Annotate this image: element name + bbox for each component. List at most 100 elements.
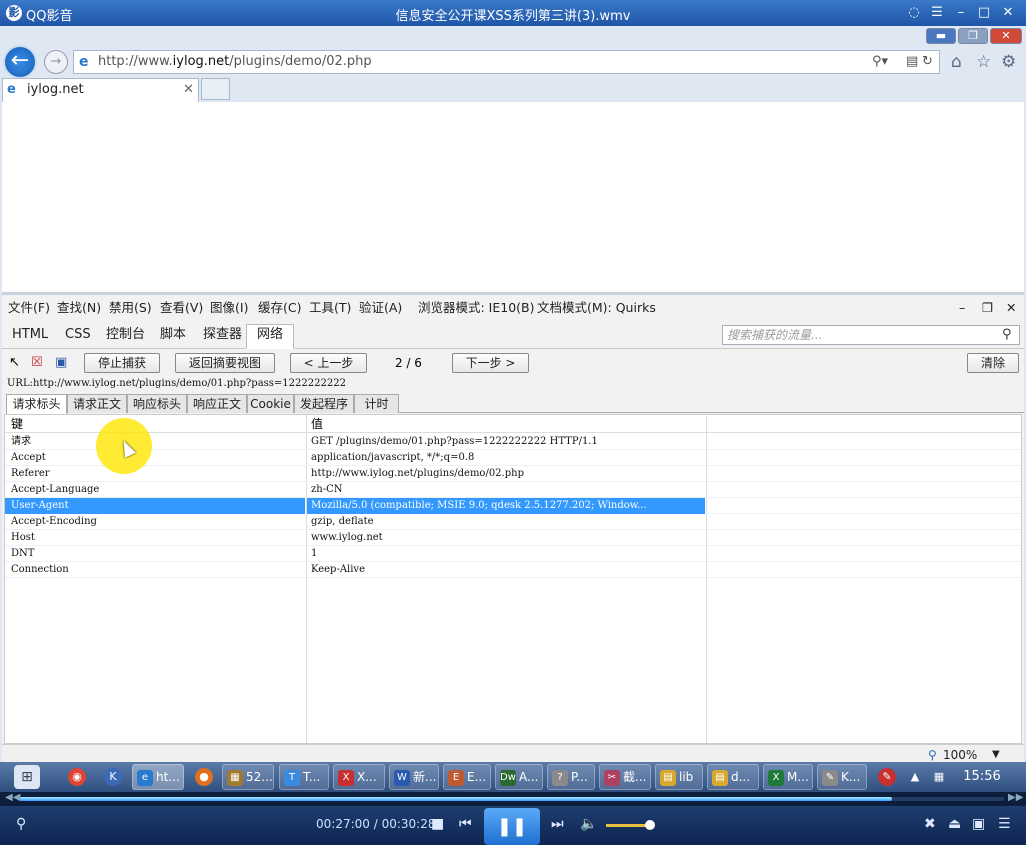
stop-capture-button[interactable]: 停止捕获	[84, 353, 160, 373]
table-row[interactable]: Referer http://www.iylog.net/plugins/demo…	[5, 466, 1021, 482]
taskbar-item-d[interactable]: ▤ d...	[707, 764, 759, 790]
previous-track-button[interactable]: ⏮	[459, 816, 472, 832]
chrome-icon[interactable]: ◉	[68, 768, 86, 786]
tab-css[interactable]: CSS	[65, 325, 91, 345]
select-element-icon[interactable]: ↖	[9, 355, 20, 370]
menu-disable[interactable]: 禁用(S)	[109, 295, 152, 321]
table-row-selected[interactable]: User-Agent Mozilla/5.0 (compatible; MSIE …	[5, 498, 1021, 514]
seek-back-icon[interactable]: ◀◀	[5, 792, 20, 803]
gear-icon[interactable]: ⚙	[1001, 52, 1016, 72]
clear-cache-icon[interactable]: ☒	[31, 355, 43, 370]
volume-knob[interactable]	[645, 820, 655, 830]
menu-view[interactable]: 查看(V)	[160, 295, 203, 321]
seek-bar[interactable]: ◀◀ ▶▶	[0, 792, 1026, 806]
firefox-icon[interactable]: ●	[195, 768, 213, 786]
seek-forward-icon[interactable]: ▶▶	[1008, 792, 1023, 803]
minimize-button[interactable]: –	[952, 4, 970, 22]
new-tab-button[interactable]	[201, 78, 230, 100]
eject-icon[interactable]: ⏏	[948, 816, 961, 832]
back-to-summary-button[interactable]: 返回摘要视图	[175, 353, 275, 373]
ie-restore-button[interactable]: ❐	[958, 28, 988, 44]
taskbar-item-k[interactable]: ✎ K...	[817, 764, 867, 790]
next-track-button[interactable]: ⏭	[551, 816, 564, 832]
volume-slider[interactable]	[606, 824, 650, 827]
taskbar-item-p[interactable]: ? P...	[547, 764, 595, 790]
tab-html[interactable]: HTML	[12, 325, 48, 345]
taskbar-item-x[interactable]: X X...	[333, 764, 385, 790]
browser-tab[interactable]: e iylog.net ✕	[2, 78, 199, 102]
menu-cache[interactable]: 缓存(C)	[258, 295, 301, 321]
close-button[interactable]: ✕	[999, 4, 1017, 22]
pause-button[interactable]: ❚❚	[484, 808, 540, 845]
subtab-request-headers[interactable]: 请求标头	[6, 394, 67, 414]
taskbar-item-dreamweaver[interactable]: Dw A...	[495, 764, 543, 790]
tab-script[interactable]: 脚本	[160, 325, 186, 345]
clear-button[interactable]: 清除	[967, 353, 1019, 373]
tab-network[interactable]: 网络	[246, 324, 295, 349]
compat-icon[interactable]: ▤	[906, 51, 918, 73]
back-button[interactable]: ←	[3, 45, 37, 79]
taskbar-item-e[interactable]: E E...	[443, 764, 491, 790]
menu-browser-mode[interactable]: 浏览器模式: IE10(B)	[418, 295, 535, 321]
screen-icon[interactable]: ▣	[972, 816, 985, 832]
traffic-search-input[interactable]: 搜索捕获的流量...	[722, 325, 1020, 345]
table-row[interactable]: Accept-Language zh-CN	[5, 482, 1021, 498]
tab-profiler[interactable]: 探查器	[203, 325, 242, 345]
notepad-icon[interactable]: ✎	[878, 768, 896, 786]
taskbar-item-ie[interactable]: e ht...	[132, 764, 184, 790]
subtab-cookie[interactable]: Cookie	[247, 394, 294, 413]
menu-tools[interactable]: 工具(T)	[309, 295, 351, 321]
taskbar-item-excel[interactable]: X M...	[763, 764, 813, 790]
subtab-response-headers[interactable]: 响应标头	[127, 394, 187, 413]
taskbar-item-lib[interactable]: ▤ lib	[655, 764, 703, 790]
menu-file[interactable]: 文件(F)	[8, 295, 50, 321]
table-row[interactable]: DNT 1	[5, 546, 1021, 562]
film-tray-icon[interactable]: ▦	[930, 768, 948, 786]
tab-close-icon[interactable]: ✕	[183, 79, 194, 101]
devtools-close-icon[interactable]: ✕	[1006, 295, 1016, 321]
column-value[interactable]: 值	[311, 415, 323, 433]
search-icon[interactable]: ⚲▾	[872, 51, 888, 73]
subtab-timing[interactable]: 计时	[354, 394, 399, 413]
list-icon[interactable]: ☰	[998, 816, 1011, 832]
subtab-request-body[interactable]: 请求正文	[67, 394, 127, 413]
menu-find[interactable]: 查找(N)	[57, 295, 101, 321]
chat-icon[interactable]: ◌	[905, 4, 923, 22]
menu-images[interactable]: 图像(I)	[210, 295, 248, 321]
volume-icon[interactable]: 🔈	[580, 816, 597, 832]
taskbar-item-screenshot[interactable]: ✂ 截...	[599, 764, 651, 790]
column-key[interactable]: 键	[11, 415, 23, 433]
taskbar-item-word[interactable]: W 新...	[389, 764, 439, 790]
favorites-icon[interactable]: ☆	[976, 52, 991, 72]
taskbar-item-52[interactable]: ▦ 52...	[222, 764, 274, 790]
menu-validate[interactable]: 验证(A)	[359, 295, 402, 321]
previous-button[interactable]: < 上一步	[290, 353, 367, 373]
next-button[interactable]: 下一步 >	[452, 353, 529, 373]
save-icon[interactable]: ▣	[55, 355, 67, 370]
search-icon[interactable]: ⚲	[1002, 325, 1012, 345]
tab-console[interactable]: 控制台	[106, 325, 145, 345]
table-row[interactable]: 请求 GET /plugins/demo/01.php?pass=12222222…	[5, 434, 1021, 450]
ie-minimize-button[interactable]: ▬	[926, 28, 956, 44]
address-bar[interactable]: e http://www.iylog.net/plugins/demo/02.p…	[73, 50, 940, 74]
table-row[interactable]: Accept-Encoding gzip, deflate	[5, 514, 1021, 530]
refresh-icon[interactable]: ↻	[922, 51, 933, 73]
menu-icon[interactable]: ☰	[928, 4, 946, 22]
ie-close-button[interactable]: ✕	[990, 28, 1022, 44]
stop-button[interactable]: ■	[431, 816, 444, 832]
subtab-initiator[interactable]: 发起程序	[294, 394, 354, 413]
taskbar-item-t[interactable]: T T...	[279, 764, 329, 790]
tray-expand-icon[interactable]: ▲	[906, 768, 924, 786]
maximize-button[interactable]: □	[975, 4, 993, 22]
table-row[interactable]: Accept application/javascript, */*;q=0.8	[5, 450, 1021, 466]
table-row[interactable]: Host www.iylog.net	[5, 530, 1021, 546]
k-app-icon[interactable]: K	[104, 768, 122, 786]
subtab-response-body[interactable]: 响应正文	[187, 394, 247, 413]
home-icon[interactable]: ⌂	[951, 52, 962, 72]
devtools-minimize-icon[interactable]: –	[959, 295, 965, 321]
tools-icon[interactable]: ✖	[924, 816, 936, 832]
table-row[interactable]: Connection Keep-Alive	[5, 562, 1021, 578]
menu-document-mode[interactable]: 文档模式(M): Quirks	[537, 295, 656, 321]
forward-button[interactable]: →	[44, 50, 68, 74]
start-button[interactable]: ⊞	[14, 765, 40, 789]
